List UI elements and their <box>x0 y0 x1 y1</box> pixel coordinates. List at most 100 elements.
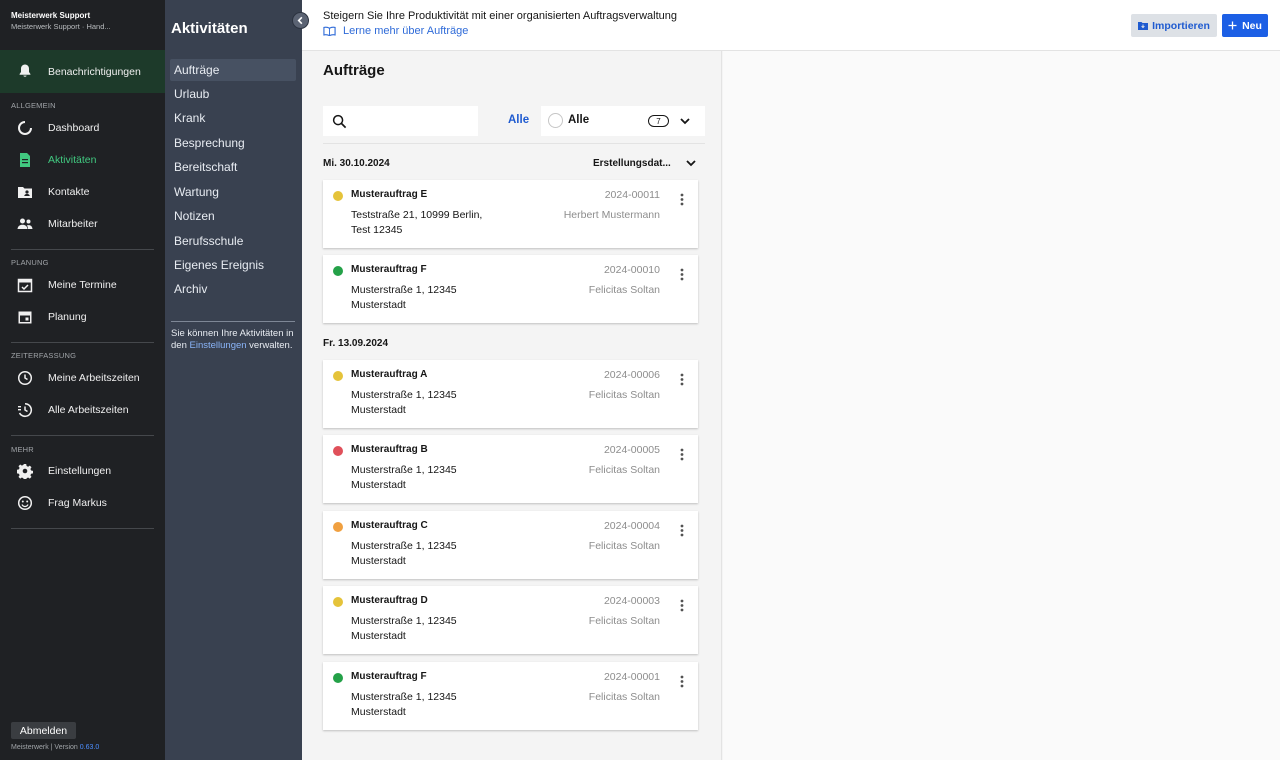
sidebar-item-planung[interactable]: Planung <box>0 301 165 333</box>
learn-more-link[interactable]: Lerne mehr über Aufträge <box>323 25 468 37</box>
learn-more-label: Lerne mehr über Aufträge <box>343 25 469 37</box>
status-filter-dropdown[interactable]: Alle 7 <box>541 106 705 136</box>
type-item-berufsschule[interactable]: Berufsschule <box>170 230 296 252</box>
address-line-2: Musterstadt <box>351 705 406 718</box>
sidebar-item-aktivitaeten[interactable]: Aktivitäten <box>0 144 165 176</box>
type-item-eigenes-ereignis[interactable]: Eigenes Ereignis <box>170 254 296 276</box>
more-options-button[interactable] <box>674 446 690 462</box>
status-dot <box>333 597 343 607</box>
sidebar-item-label: Planung <box>48 311 87 323</box>
brand-title: Meisterwerk Support <box>11 11 91 20</box>
sidebar-item-label: Frag Markus <box>48 497 107 509</box>
list-heading: Aufträge <box>323 62 385 79</box>
order-card[interactable]: Musterauftrag E Teststraße 21, 10999 Ber… <box>323 180 698 248</box>
order-name: Musterauftrag E <box>351 189 428 200</box>
assignee-name: Felicitas Soltan <box>588 284 660 296</box>
status-circle-icon <box>548 113 563 128</box>
assignee-name: Felicitas Soltan <box>588 691 660 703</box>
type-item-besprechung[interactable]: Besprechung <box>170 132 296 154</box>
kebab-menu-icon <box>680 193 684 205</box>
import-button[interactable]: Importieren <box>1131 14 1217 37</box>
sidebar-item-kontakte[interactable]: Kontakte <box>0 176 165 208</box>
collapse-panel-button[interactable] <box>292 12 309 29</box>
sidebar-item-label: Meine Termine <box>48 279 117 291</box>
kebab-menu-icon <box>680 268 684 280</box>
filter-all-link[interactable]: Alle <box>508 114 529 126</box>
sidebar-item-meine-arbeitszeiten[interactable]: Meine Arbeitszeiten <box>0 362 165 394</box>
bell-icon <box>19 64 31 77</box>
address-line-1: Musterstraße 1, 12345 <box>351 284 457 296</box>
calendar-check-icon <box>17 278 33 293</box>
order-name: Musterauftrag B <box>351 444 428 455</box>
sidebar-item-mitarbeiter[interactable]: Mitarbeiter <box>0 208 165 240</box>
address-line-2: Musterstadt <box>351 478 406 491</box>
sidebar-item-einstellungen[interactable]: Einstellungen <box>0 455 165 487</box>
address-line-1: Musterstraße 1, 12345 <box>351 691 457 703</box>
more-options-button[interactable] <box>674 522 690 538</box>
more-options-button[interactable] <box>674 371 690 387</box>
section-title-planung: PLANUNG <box>11 258 49 267</box>
sidebar-divider <box>11 528 154 529</box>
type-item-krank[interactable]: Krank <box>170 107 296 129</box>
order-card[interactable]: Musterauftrag D Musterstraße 1, 12345 Mus… <box>323 586 698 654</box>
sidebar-item-alle-arbeitszeiten[interactable]: Alle Arbeitszeiten <box>0 394 165 426</box>
type-item-archiv[interactable]: Archiv <box>170 278 296 300</box>
type-item-wartung[interactable]: Wartung <box>170 181 296 203</box>
kebab-menu-icon <box>680 448 684 460</box>
order-card[interactable]: Musterauftrag C Musterstraße 1, 12345 Mus… <box>323 511 698 579</box>
sort-dropdown[interactable]: Erstellungsdat... <box>593 157 697 169</box>
more-options-button[interactable] <box>674 597 690 613</box>
order-address: Musterstraße 1, 12345 Musterstadt <box>351 388 521 417</box>
sidebar-item-label: Einstellungen <box>48 465 112 477</box>
banner-tagline: Steigern Sie Ihre Produktivität mit eine… <box>323 10 678 22</box>
address-line-1: Musterstraße 1, 12345 <box>351 464 457 476</box>
order-number: 2024-00001 <box>603 671 660 683</box>
status-dot <box>333 371 343 381</box>
type-item-auftraege[interactable]: Aufträge <box>170 59 296 81</box>
status-dot <box>333 522 343 532</box>
order-card[interactable]: Musterauftrag F Musterstraße 1, 12345 Mus… <box>323 662 698 730</box>
document-icon <box>20 153 30 167</box>
sidebar-item-frag-markus[interactable]: Frag Markus <box>0 487 165 519</box>
sidebar-item-label: Mitarbeiter <box>48 218 98 230</box>
brand-block[interactable]: Meisterwerk Support Meisterwerk Support … <box>0 0 165 50</box>
type-item-bereitschaft[interactable]: Bereitschaft <box>170 156 296 178</box>
kebab-menu-icon <box>680 524 684 536</box>
sidebar-item-meine-termine[interactable]: Meine Termine <box>0 269 165 301</box>
top-banner: Steigern Sie Ihre Produktivität mit eine… <box>302 0 1280 51</box>
search-input[interactable] <box>323 106 478 136</box>
more-options-button[interactable] <box>674 191 690 207</box>
type-item-notizen[interactable]: Notizen <box>170 205 296 227</box>
order-number: 2024-00011 <box>604 189 660 201</box>
gear-icon <box>17 464 33 479</box>
chevron-down-icon <box>686 160 696 167</box>
order-number: 2024-00005 <box>603 444 660 456</box>
more-options-button[interactable] <box>674 673 690 689</box>
settings-link[interactable]: Einstellungen <box>190 340 247 351</box>
order-name: Musterauftrag F <box>351 264 427 275</box>
more-options-button[interactable] <box>674 266 690 282</box>
book-icon <box>323 26 336 36</box>
order-card[interactable]: Musterauftrag F Musterstraße 1, 12345 Mus… <box>323 255 698 323</box>
filter-count-badge: 7 <box>648 115 669 127</box>
address-line-2: Test 12345 <box>351 223 403 236</box>
plus-icon <box>1228 21 1237 30</box>
version-number[interactable]: 0.63.0 <box>80 744 99 751</box>
sidebar-divider <box>11 342 154 343</box>
new-button[interactable]: Neu <box>1222 14 1268 37</box>
version-prefix: Meisterwerk | Version <box>11 744 78 751</box>
order-address: Musterstraße 1, 12345 Musterstadt <box>351 539 521 568</box>
sidebar-divider <box>11 435 154 436</box>
address-line-2: Musterstadt <box>351 554 406 567</box>
address-line-1: Musterstraße 1, 12345 <box>351 389 457 401</box>
smiley-icon <box>17 495 33 511</box>
sidebar-item-notifications[interactable]: Benachrichtigungen <box>0 50 165 93</box>
order-card[interactable]: Musterauftrag A Musterstraße 1, 12345 Mus… <box>323 360 698 428</box>
order-address: Musterstraße 1, 12345 Musterstadt <box>351 463 521 492</box>
address-line-1: Musterstraße 1, 12345 <box>351 540 457 552</box>
activity-types-panel: Aktivitäten Aufträge Urlaub Krank Bespre… <box>165 0 302 760</box>
type-item-urlaub[interactable]: Urlaub <box>170 83 296 105</box>
order-card[interactable]: Musterauftrag B Musterstraße 1, 12345 Mus… <box>323 435 698 503</box>
logout-button[interactable]: Abmelden <box>11 722 76 739</box>
sidebar-item-dashboard[interactable]: Dashboard <box>0 112 165 144</box>
